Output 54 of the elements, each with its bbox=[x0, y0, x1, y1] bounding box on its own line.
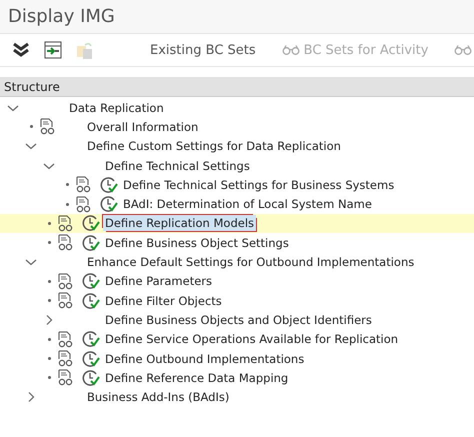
tree-item-label[interactable]: Define Reference Data Mapping bbox=[103, 370, 290, 386]
chevron-down-icon[interactable] bbox=[7, 102, 19, 113]
bullet-icon bbox=[30, 125, 32, 128]
glasses-icon bbox=[282, 45, 300, 55]
tree-item-label[interactable]: Define Parameters bbox=[103, 273, 214, 290]
tree-item-label[interactable]: Business Add-Ins (BAdIs) bbox=[85, 389, 232, 406]
window-title: Display IMG bbox=[8, 6, 115, 27]
bullet-icon bbox=[66, 202, 68, 206]
documentation-icon[interactable] bbox=[58, 369, 74, 386]
tree-item-label[interactable]: Define Outbound Implementations bbox=[103, 350, 306, 366]
clock-check-icon[interactable] bbox=[82, 214, 100, 232]
clock-check-icon[interactable] bbox=[82, 234, 100, 252]
clock-check-icon[interactable] bbox=[82, 330, 100, 348]
clock-check-icon[interactable] bbox=[82, 350, 100, 368]
documentation-icon[interactable] bbox=[58, 214, 74, 232]
documentation-icon[interactable] bbox=[58, 292, 74, 310]
documentation-icon[interactable] bbox=[76, 176, 92, 194]
clock-check-icon[interactable] bbox=[82, 368, 100, 387]
tree-item-label[interactable]: Define Technical Settings bbox=[103, 158, 252, 174]
documentation-icon[interactable] bbox=[58, 330, 74, 348]
clock-check-icon[interactable] bbox=[100, 176, 118, 194]
bullet-icon bbox=[48, 376, 50, 380]
tree-item-label[interactable]: Define Filter Objects bbox=[103, 292, 224, 309]
documentation-icon[interactable] bbox=[76, 196, 92, 213]
tree-item-label[interactable]: Enhance Default Settings for Outbound Implementations bbox=[85, 254, 416, 270]
chevron-down-icon[interactable] bbox=[25, 257, 37, 268]
tree-item-label[interactable]: Define Business Objects and Object Identifiers bbox=[103, 312, 374, 328]
bullet-icon bbox=[48, 222, 50, 225]
tree-item-label[interactable]: Define Service Operations Available for Replication bbox=[103, 331, 400, 348]
bullet-icon bbox=[48, 241, 50, 244]
column-title: Structure bbox=[4, 80, 60, 94]
tree-item-label[interactable]: Define Custom Settings for Data Replication bbox=[85, 138, 343, 154]
bullet-icon bbox=[48, 299, 50, 302]
chevron-down-icon[interactable] bbox=[43, 160, 55, 171]
tree-item-label[interactable]: Define Technical Settings for Business Systems bbox=[121, 176, 396, 193]
bullet-icon bbox=[48, 280, 50, 283]
tree-item-label[interactable]: Define Replication Models bbox=[103, 215, 256, 232]
bullet-icon bbox=[48, 357, 50, 360]
bullet-icon bbox=[48, 338, 50, 341]
clock-check-icon[interactable] bbox=[82, 292, 100, 310]
tree-item-label[interactable]: Overall Information bbox=[85, 118, 200, 135]
documentation-icon[interactable] bbox=[58, 272, 74, 290]
bullet-icon bbox=[66, 183, 68, 186]
chevron-down-icon[interactable] bbox=[25, 141, 37, 152]
documentation-icon[interactable] bbox=[58, 234, 74, 252]
documentation-icon[interactable] bbox=[40, 118, 56, 136]
glasses-icon bbox=[454, 45, 472, 55]
tree-item-label[interactable]: Data Replication bbox=[67, 100, 166, 116]
bc-sets-button[interactable]: Existing BC Sets bbox=[144, 40, 262, 60]
documentation-icon[interactable] bbox=[58, 350, 74, 367]
clock-check-icon[interactable] bbox=[82, 272, 100, 290]
clock-check-icon[interactable] bbox=[100, 195, 118, 214]
tree-item-label[interactable]: Define Business Object Settings bbox=[103, 234, 291, 251]
tree-item-label[interactable]: BAdI: Determination of Local System Name bbox=[121, 196, 374, 212]
